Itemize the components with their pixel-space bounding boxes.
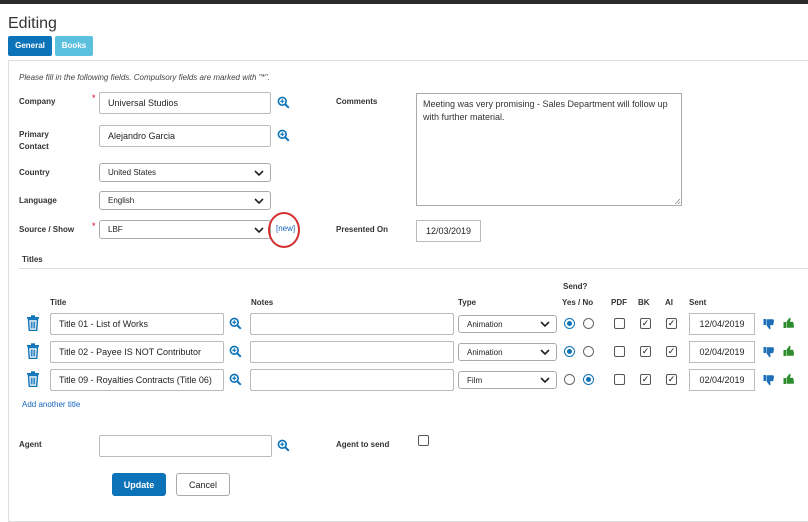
send-no-radio[interactable] [583,346,594,357]
search-icon[interactable] [277,96,290,109]
presented-on-label: Presented On [336,225,389,234]
pdf-checkbox[interactable] [614,318,625,329]
thumbs-down-icon[interactable] [763,374,775,386]
resize-handle-icon[interactable] [674,198,681,205]
title-input[interactable]: Title 02 - Payee IS NOT Contributor [50,341,224,363]
agent-label: Agent [19,440,42,449]
type-select[interactable]: Animation [458,343,557,361]
type-select[interactable]: Animation [458,315,557,333]
chevron-down-icon [540,377,550,384]
language-select[interactable]: English [99,191,271,210]
comments-textarea[interactable]: Meeting was very promising - Sales Depar… [416,93,682,206]
title-input[interactable]: Title 09 - Royalties Contracts (Title 06… [50,369,224,391]
thumbs-up-icon[interactable] [783,345,795,357]
form-hint: Please fill in the following fields. Com… [19,73,270,82]
chevron-down-icon [254,169,264,176]
send-yes-radio[interactable] [564,346,575,357]
primary-contact-label-line2: Contact [19,142,49,151]
chevron-down-icon [254,226,264,233]
chevron-down-icon [540,349,550,356]
bk-checkbox[interactable]: ✓ [640,346,651,357]
type-column-header: Type [458,298,477,307]
send-no-radio[interactable] [583,318,594,329]
primary-contact-label-line1: Primary [19,130,49,139]
page-title: Editing [8,15,57,32]
sent-date-input[interactable]: 12/04/2019 [689,313,755,335]
presented-on-input[interactable]: 12/03/2019 [416,220,481,242]
language-label: Language [19,196,57,205]
required-marker: * [92,93,96,103]
update-button[interactable]: Update [112,473,166,496]
company-label: Company [19,97,56,106]
send-yes-radio[interactable] [564,374,575,385]
top-bar [0,0,808,4]
tab-books[interactable]: Books [55,36,93,56]
sent-date-input[interactable]: 02/04/2019 [689,341,755,363]
titles-section-label: Titles [22,255,43,264]
search-icon[interactable] [277,439,290,452]
type-select[interactable]: Film [458,371,557,389]
agent-to-send-checkbox[interactable] [418,435,429,446]
ai-checkbox[interactable]: ✓ [666,374,677,385]
type-value: Film [467,375,483,385]
ai-checkbox[interactable]: ✓ [666,346,677,357]
thumbs-down-icon[interactable] [763,318,775,330]
bk-checkbox[interactable]: ✓ [640,374,651,385]
bk-checkbox[interactable]: ✓ [640,318,651,329]
notes-column-header: Notes [251,298,274,307]
sent-column-header: Sent [689,298,707,307]
type-value: Animation [467,319,503,329]
thumbs-down-icon[interactable] [763,346,775,358]
company-input[interactable]: Universal Studios [99,92,271,114]
chevron-down-icon [540,321,550,328]
pdf-checkbox[interactable] [614,346,625,357]
trash-icon[interactable] [26,315,40,331]
title-column-header: Title [50,298,67,307]
type-value: Animation [467,347,503,357]
ai-checkbox[interactable]: ✓ [666,318,677,329]
add-another-title-link[interactable]: Add another title [22,400,80,409]
tab-general[interactable]: General [8,36,52,56]
source-show-label: Source / Show [19,225,75,234]
pdf-checkbox[interactable] [614,374,625,385]
ai-column-header: AI [665,298,673,307]
trash-icon[interactable] [26,371,40,387]
notes-input[interactable] [250,313,454,335]
primary-contact-input[interactable]: Alejandro Garcia [99,125,271,147]
thumbs-up-icon[interactable] [783,373,795,385]
send-yes-radio[interactable] [564,318,575,329]
cancel-button[interactable]: Cancel [176,473,230,496]
source-show-value: LBF [108,225,123,234]
sent-date-input[interactable]: 02/04/2019 [689,369,755,391]
search-icon[interactable] [229,317,242,330]
source-show-select[interactable]: LBF [99,220,271,239]
country-label: Country [19,168,50,177]
trash-icon[interactable] [26,343,40,359]
thumbs-up-icon[interactable] [783,317,795,329]
agent-input[interactable] [99,435,272,457]
highlight-circle [268,212,300,248]
send-column-header: Send? [563,282,588,291]
notes-input[interactable] [250,341,454,363]
send-yes-no-header: Yes / No [562,298,594,307]
pdf-column-header: PDF [611,298,627,307]
language-value: English [108,196,135,205]
notes-input[interactable] [250,369,454,391]
comments-label: Comments [336,97,378,106]
send-no-radio[interactable] [583,374,594,385]
country-value: United States [108,168,157,177]
country-select[interactable]: United States [99,163,271,182]
search-icon[interactable] [229,345,242,358]
section-divider [19,268,808,269]
search-icon[interactable] [277,129,290,142]
bk-column-header: BK [638,298,650,307]
title-input[interactable]: Title 01 - List of Works [50,313,224,335]
required-marker: * [92,221,96,231]
search-icon[interactable] [229,373,242,386]
agent-to-send-label: Agent to send [336,440,390,449]
chevron-down-icon [254,197,264,204]
